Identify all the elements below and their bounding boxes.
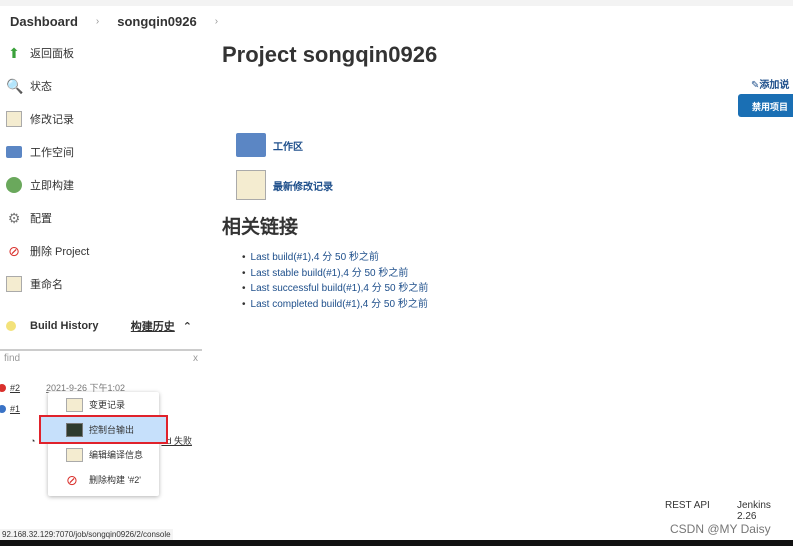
browser-bookmarks-strip [0,0,793,6]
sidebar-item-label: 返回面板 [30,47,74,60]
sidebar-item-delete[interactable]: ⊘ 删除 Project [0,234,202,267]
up-arrow-icon: ⬆ [8,44,20,61]
build-search-input[interactable]: find x [0,349,202,367]
find-placeholder: find [4,353,21,364]
permalink-last-build[interactable]: Last build(#1),4 分 50 秒之前 [242,248,428,264]
build-link[interactable]: #2 [10,383,20,393]
menu-item-changes[interactable]: 变更记录 [48,392,159,417]
feed-failed-link[interactable]: ed 失败 [161,434,192,447]
sidebar-item-label: 重命名 [30,278,63,291]
sidebar-item-build-now[interactable]: 立即构建 [0,168,202,201]
build-history-header: Build History 构建历史 ⌃ [0,315,202,337]
menu-item-console-output[interactable]: 控制台输出 [39,415,168,444]
chevron-up-icon[interactable]: ⌃ [183,320,192,333]
permalink-last-successful[interactable]: Last successful build(#1),4 分 50 秒之前 [242,279,429,295]
no-icon: ⊘ [66,471,78,488]
weather-sun-icon [6,321,16,331]
menu-item-edit-info[interactable]: 编辑编译信息 [48,442,159,467]
add-description-link[interactable]: ✎添加说 [751,76,789,91]
recent-changes-link[interactable]: 最新修改记录 [236,170,333,200]
sidebar-item-configure[interactable]: ⚙ 配置 [0,201,202,234]
permalink-last-stable[interactable]: Last stable build(#1),4 分 50 秒之前 [242,264,428,280]
sidebar-item-label: 修改记录 [30,113,74,126]
sidebar-item-workspace[interactable]: 工作空间 [0,135,202,168]
rss-icon: ◔ [30,435,36,446]
build-icon [6,176,22,193]
sidebar: ⬆ 返回面板 🔍 状态 修改记录 工作空间 立即构建 ⚙ 配置 ⊘ 删除 Project… [0,36,202,300]
menu-item-label: 控制台输出 [89,425,135,435]
sidebar-item-label: 立即构建 [30,179,74,192]
sidebar-item-label: 工作空间 [30,146,74,159]
breadcrumb: Dashboard › songqin0926 › [10,14,218,29]
chevron-right-icon: › [95,16,100,27]
sidebar-item-changes[interactable]: 修改记录 [0,102,202,135]
taskbar-edge [0,540,793,546]
sidebar-item-status[interactable]: 🔍 状态 [0,69,202,102]
folder-icon [6,145,22,158]
watermark: CSDN @MY Daisy [670,522,771,536]
clear-icon[interactable]: x [193,353,198,365]
status-bar-url: 92.168.32.129:7070/job/songqin0926/2/con… [0,529,173,540]
notepad-icon [236,170,266,200]
permalinks-list: Last build(#1),4 分 50 秒之前 Last stable bu… [242,248,429,311]
status-ball-icon [0,383,6,392]
sidebar-item-label: 配置 [30,212,52,225]
gear-icon: ⚙ [7,209,21,226]
build-row: #1 [0,404,20,414]
related-links-title: 相关链接 [222,217,299,238]
sidebar-item-rename[interactable]: 重命名 [0,267,202,300]
build-history-title: Build History [30,320,99,332]
jenkins-version[interactable]: Jenkins 2.26 [737,500,793,522]
workspace-label: 工作区 [273,141,303,153]
trend-link[interactable]: 构建历史 [131,318,175,334]
menu-item-label: 删除构建 '#2' [89,475,141,485]
notepad-icon [66,397,83,412]
notepad-icon [66,447,83,462]
rest-api-link[interactable]: REST API [665,500,710,511]
workspace-link[interactable]: 工作区 [236,133,303,157]
breadcrumb-dashboard[interactable]: Dashboard [10,14,78,29]
sidebar-item-back[interactable]: ⬆ 返回面板 [0,36,202,69]
menu-item-delete-build[interactable]: ⊘ 删除构建 '#2' [48,467,159,492]
sidebar-item-label: 状态 [30,80,52,93]
page-title: Project songqin0926 [222,42,438,67]
notepad-icon [6,275,22,292]
terminal-icon [66,422,83,437]
chevron-right-icon[interactable]: › [215,16,218,27]
permalink-last-completed[interactable]: Last completed build(#1),4 分 50 秒之前 [242,295,428,311]
no-icon: ⊘ [8,242,20,259]
disable-project-button[interactable]: 禁用项目 [738,94,793,117]
menu-item-label: 编辑编译信息 [89,450,144,460]
add-description-label: 添加说 [759,80,790,91]
sidebar-item-label: 删除 Project [30,245,90,258]
build-context-menu: 变更记录 控制台输出 编辑编译信息 ⊘ 删除构建 '#2' [39,392,168,496]
notepad-icon [6,110,22,127]
search-icon: 🔍 [6,77,24,94]
breadcrumb-project[interactable]: songqin0926 [117,14,196,29]
status-ball-icon [0,405,6,413]
menu-item-label: 变更记录 [89,400,126,410]
build-link[interactable]: #1 [10,404,20,414]
recent-changes-label: 最新修改记录 [273,181,333,193]
folder-icon [236,133,266,157]
